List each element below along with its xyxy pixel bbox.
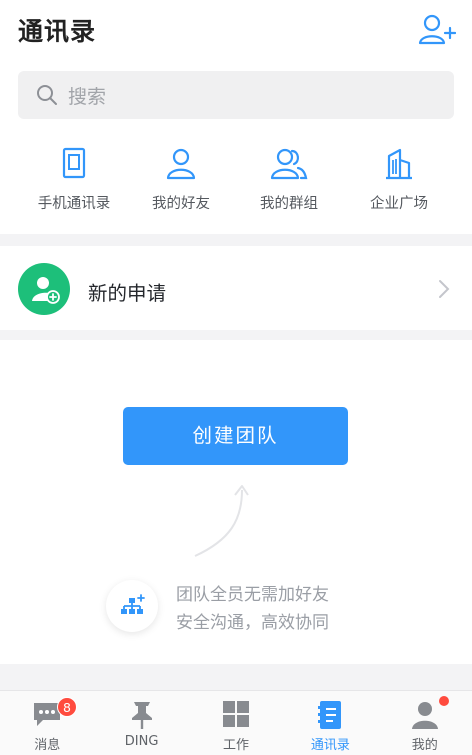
new-request-label: 新的申请 bbox=[88, 282, 167, 305]
new-request-avatar bbox=[18, 263, 70, 315]
chevron-right-icon bbox=[439, 280, 450, 298]
section-divider bbox=[0, 664, 472, 690]
hint-arrow-icon bbox=[194, 485, 249, 557]
search-input[interactable]: 搜索 bbox=[18, 71, 454, 119]
org-chart-icon bbox=[121, 594, 145, 614]
section-divider bbox=[0, 234, 472, 246]
quick-item-my-groups[interactable]: 我的群组 bbox=[230, 140, 348, 224]
tab-me[interactable]: 我的 bbox=[378, 691, 472, 755]
group-icon bbox=[270, 148, 308, 180]
quick-item-enterprise-plaza[interactable]: 企业广场 bbox=[340, 140, 458, 224]
grid-icon bbox=[222, 701, 249, 727]
tab-label: 消息 bbox=[34, 738, 61, 753]
create-team-button[interactable]: 创建团队 bbox=[123, 407, 348, 465]
search-placeholder: 搜索 bbox=[68, 86, 107, 108]
search-icon bbox=[37, 85, 57, 105]
bottom-tab-bar: 8 消息 DING 工作 通讯录 我的 bbox=[0, 690, 472, 755]
building-icon bbox=[386, 148, 412, 180]
tab-label: 我的 bbox=[411, 738, 438, 753]
contacts-book-icon bbox=[318, 701, 342, 729]
quick-item-label: 企业广场 bbox=[370, 196, 428, 212]
quick-item-label: 手机通讯录 bbox=[37, 196, 111, 212]
section-divider bbox=[0, 330, 472, 340]
pin-icon bbox=[131, 702, 152, 729]
unread-badge: 8 bbox=[57, 697, 77, 717]
tab-ding[interactable]: DING bbox=[94, 691, 188, 755]
tab-messages[interactable]: 8 消息 bbox=[0, 691, 94, 755]
quick-actions: 手机通讯录 我的好友 我的群组 企业广场 bbox=[0, 140, 472, 224]
quick-item-phone-contacts[interactable]: 手机通讯录 bbox=[15, 140, 133, 224]
tab-label: 工作 bbox=[222, 738, 249, 753]
phone-icon bbox=[62, 147, 86, 179]
add-contact-button[interactable] bbox=[416, 12, 457, 48]
person-icon bbox=[166, 148, 196, 180]
add-contact-icon bbox=[418, 14, 457, 45]
quick-item-label: 我的群组 bbox=[260, 196, 318, 212]
tab-contacts[interactable]: 通讯录 bbox=[283, 691, 377, 755]
page-title: 通讯录 bbox=[18, 17, 97, 46]
new-request-row[interactable]: 新的申请 bbox=[0, 246, 472, 330]
add-user-icon bbox=[32, 277, 60, 304]
tab-label: DING bbox=[124, 734, 159, 749]
tab-label: 通讯录 bbox=[310, 738, 350, 753]
tab-work[interactable]: 工作 bbox=[189, 691, 283, 755]
team-tip-line2: 安全沟通，高效协同 bbox=[176, 613, 329, 633]
team-icon-circle bbox=[106, 580, 158, 632]
profile-icon bbox=[411, 702, 438, 729]
header: 通讯录 bbox=[0, 0, 472, 62]
notification-dot bbox=[438, 696, 449, 706]
team-tip-line1: 团队全员无需加好友 bbox=[176, 585, 329, 605]
quick-item-my-friends[interactable]: 我的好友 bbox=[122, 140, 240, 224]
quick-item-label: 我的好友 bbox=[152, 196, 210, 212]
